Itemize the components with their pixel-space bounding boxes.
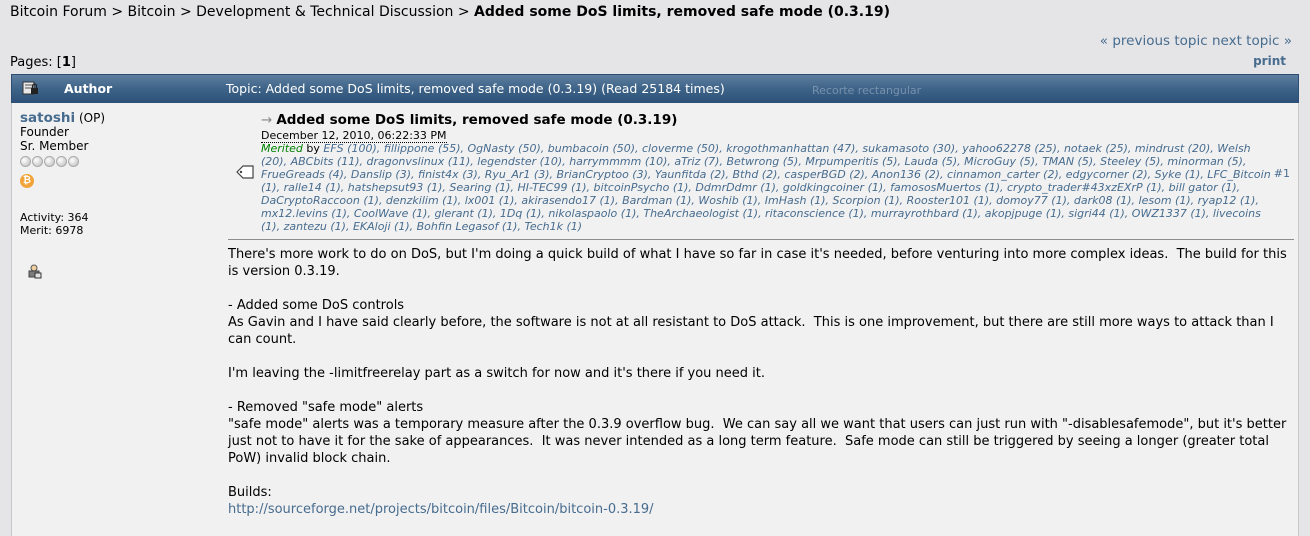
topic-icon bbox=[22, 81, 38, 95]
post-number[interactable]: #1 bbox=[1274, 167, 1290, 180]
author-column-label: Author bbox=[64, 81, 113, 96]
merit: Merit: 6978 bbox=[20, 224, 84, 237]
topic-header: Author Topic: Added some DoS limits, rem… bbox=[11, 74, 1299, 104]
topic-nav: « previous topic next topic » bbox=[1100, 33, 1292, 49]
post-body: There's more work to do on DoS, but I'm … bbox=[228, 246, 1294, 518]
post-paragraph: Builds: bbox=[228, 485, 272, 500]
breadcrumb-bitcoin[interactable]: Bitcoin bbox=[128, 4, 176, 20]
profile-icon[interactable] bbox=[26, 263, 42, 279]
builds-link[interactable]: http://sourceforge.net/projects/bitcoin/… bbox=[228, 502, 654, 517]
merited-label: Merited bbox=[261, 142, 303, 155]
post-paragraph: - Removed "safe mode" alerts "safe mode"… bbox=[228, 400, 1287, 466]
ghost-overlay-text: Recorte rectangular bbox=[812, 84, 922, 97]
breadcrumb-separator: > bbox=[179, 4, 192, 20]
rank-stars bbox=[20, 156, 105, 170]
print-link[interactable]: print bbox=[1253, 54, 1286, 68]
breadcrumb-bitcoin-forum[interactable]: Bitcoin Forum bbox=[10, 4, 107, 20]
pages-label: Pages: [ bbox=[10, 55, 62, 70]
star-icon bbox=[56, 156, 67, 167]
star-icon bbox=[68, 156, 79, 167]
post-paragraph: - Added some DoS controls As Gavin and I… bbox=[228, 298, 1274, 347]
subject-arrow-icon: → bbox=[261, 112, 273, 128]
post-date: December 12, 2010, 06:22:33 PM bbox=[261, 129, 447, 143]
op-label: (OP) bbox=[78, 111, 106, 125]
message-icon bbox=[236, 165, 254, 179]
post-subject: → Added some DoS limits, removed safe mod… bbox=[261, 112, 677, 128]
star-icon bbox=[32, 156, 43, 167]
next-topic-link[interactable]: next topic » bbox=[1212, 33, 1292, 49]
post-subject-link[interactable]: Added some DoS limits, removed safe mode… bbox=[276, 112, 677, 128]
breadcrumb-current: Added some DoS limits, removed safe mode… bbox=[474, 4, 890, 20]
previous-topic-link[interactable]: « previous topic bbox=[1100, 33, 1208, 49]
poster-name[interactable]: satoshi bbox=[20, 110, 75, 126]
breadcrumb-separator: > bbox=[457, 4, 470, 20]
poster-stats: Activity: 364 Merit: 6978 bbox=[20, 211, 89, 237]
pages-close: ] bbox=[70, 55, 76, 70]
star-icon bbox=[44, 156, 55, 167]
breadcrumb-dev-tech[interactable]: Development & Technical Discussion bbox=[196, 4, 453, 20]
post: satoshi (OP) Founder Sr. Member ₿ Activi… bbox=[11, 103, 1299, 536]
merited-by: by bbox=[306, 142, 320, 155]
topic-title: Topic: Added some DoS limits, removed sa… bbox=[226, 81, 725, 96]
post-paragraph: There's more work to do on DoS, but I'm … bbox=[228, 247, 1291, 279]
pagination: Pages: [1] bbox=[10, 55, 76, 70]
poster-info: satoshi (OP) Founder Sr. Member ₿ bbox=[20, 111, 105, 188]
post-paragraph: I'm leaving the -limitfreerelay part as … bbox=[228, 366, 766, 381]
poster-title: Founder bbox=[20, 125, 69, 139]
merit-list: Merited by EFS (100), fillippone (55), O… bbox=[261, 142, 1271, 233]
poster-rank: Sr. Member bbox=[20, 139, 89, 153]
current-page: 1 bbox=[61, 55, 71, 70]
breadcrumb: Bitcoin Forum > Bitcoin > Development & … bbox=[10, 4, 890, 20]
activity: Activity: 364 bbox=[20, 211, 89, 224]
print-container: print bbox=[1253, 54, 1286, 68]
bitcoin-icon: ₿ bbox=[20, 174, 34, 188]
merit-names: EFS (100), fillippone (55), OgNasty (50)… bbox=[261, 142, 1271, 233]
breadcrumb-separator: > bbox=[111, 4, 124, 20]
star-icon bbox=[20, 156, 31, 167]
post-divider bbox=[228, 239, 1294, 240]
